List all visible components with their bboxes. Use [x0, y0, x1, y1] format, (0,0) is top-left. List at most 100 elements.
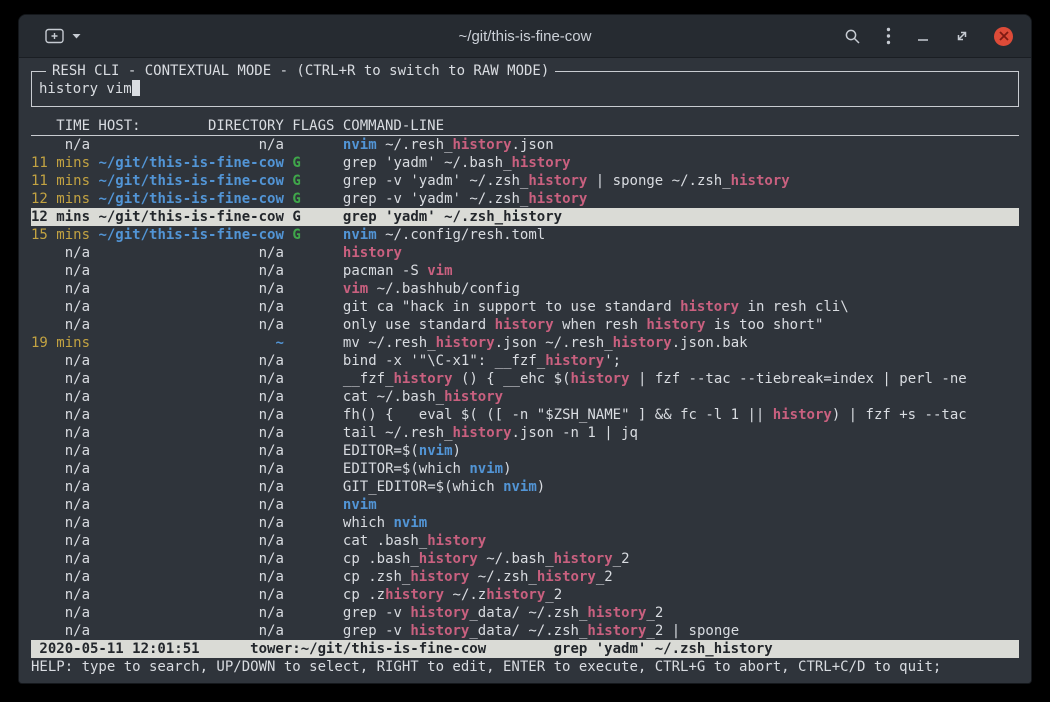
new-tab-button[interactable]	[45, 28, 65, 44]
cmd-segment: history	[545, 353, 604, 369]
table-row[interactable]: n/a n/a __fzf_history () { __ehc $(histo…	[31, 370, 1019, 388]
cmd-segment: .json ~/.resh_	[495, 335, 613, 351]
cmd-segment: GIT_EDITOR=$(which	[343, 479, 503, 495]
cell-time: n/a	[31, 281, 90, 297]
table-row[interactable]: 15 mins ~/git/this-is-fine-cow G nvim ~/…	[31, 226, 1019, 244]
table-row[interactable]: n/a n/a fh() { eval $( ([ -n "$ZSH_NAME"…	[31, 406, 1019, 424]
table-row[interactable]: 11 mins ~/git/this-is-fine-cow G grep 'y…	[31, 154, 1019, 172]
cmd-segment: bind -x '"\C-x1": __fzf_	[343, 353, 545, 369]
cmd-segment: history	[554, 551, 613, 567]
restore-button[interactable]	[955, 29, 969, 43]
cell-directory: n/a	[98, 299, 283, 315]
table-row[interactable]: n/a n/a cp .zhistory ~/.zhistory_2	[31, 586, 1019, 604]
cell-directory: n/a	[98, 407, 283, 423]
cmd-segment: history	[394, 371, 453, 387]
search-input[interactable]: history vim	[39, 81, 140, 97]
cell-time: n/a	[31, 515, 90, 531]
cell-flags	[292, 245, 334, 261]
table-row[interactable]: n/a n/a tail ~/.resh_history.json -n 1 |…	[31, 424, 1019, 442]
cell-flags	[292, 263, 334, 279]
table-row[interactable]: n/a n/a git ca "hack in support to use s…	[31, 298, 1019, 316]
search-button[interactable]	[844, 28, 861, 45]
terminal-screen: RESH CLI - CONTEXTUAL MODE - (CTRL+R to …	[19, 59, 1031, 683]
cmd-segment: nvim	[343, 227, 377, 243]
cmd-segment: tail ~/.resh_	[343, 425, 453, 441]
cmd-segment: _2	[596, 569, 613, 585]
cell-directory: n/a	[98, 245, 283, 261]
table-row[interactable]: n/a n/a nvim	[31, 496, 1019, 514]
cmd-segment: history	[587, 605, 646, 621]
cell-directory: n/a	[98, 353, 283, 369]
titlebar[interactable]: ~/git/this-is-fine-cow	[19, 15, 1031, 58]
table-row[interactable]: n/a n/a cp .bash_history ~/.bash_history…	[31, 550, 1019, 568]
cmd-segment: history	[385, 587, 444, 603]
cmd-segment: in resh cli\	[739, 299, 849, 315]
table-row[interactable]: n/a n/a bind -x '"\C-x1": __fzf_history'…	[31, 352, 1019, 370]
cmd-segment: ~/.zsh_	[469, 569, 536, 585]
cmd-segment: nvim	[419, 443, 453, 459]
cell-directory: ~/git/this-is-fine-cow	[98, 209, 283, 225]
cell-flags: G	[292, 209, 334, 225]
cell-directory: ~/git/this-is-fine-cow	[98, 173, 283, 189]
cell-time: 11 mins	[31, 155, 90, 171]
cmd-segment: | sponge ~/.zsh_	[587, 173, 730, 189]
table-row[interactable]: 11 mins ~/git/this-is-fine-cow G grep -v…	[31, 172, 1019, 190]
cell-flags	[292, 515, 334, 531]
cell-flags	[292, 371, 334, 387]
table-row[interactable]: n/a n/a only use standard history when r…	[31, 316, 1019, 334]
cell-directory: n/a	[98, 443, 283, 459]
cmd-segment: )	[453, 443, 461, 459]
table-row[interactable]: n/a n/a nvim ~/.resh_history.json	[31, 136, 1019, 154]
cell-directory: n/a	[98, 461, 283, 477]
cell-time: n/a	[31, 407, 90, 423]
table-row[interactable]: n/a n/a EDITOR=$(nvim)	[31, 442, 1019, 460]
cell-directory: n/a	[98, 497, 283, 513]
table-row[interactable]: 12 mins ~/git/this-is-fine-cow G grep -v…	[31, 190, 1019, 208]
cmd-segment: EDITOR=$(which	[343, 461, 469, 477]
minimize-button[interactable]	[916, 29, 930, 43]
cmd-segment: ~/.bashhub/config	[368, 281, 520, 297]
cell-time: 19 mins	[31, 335, 90, 351]
table-row[interactable]: 12 mins ~/git/this-is-fine-cow G grep 'y…	[31, 208, 1019, 226]
cmd-segment: only use standard	[343, 317, 495, 333]
menu-button[interactable]	[886, 27, 891, 45]
table-row[interactable]: n/a n/a pacman -S vim	[31, 262, 1019, 280]
cmd-segment: history	[773, 407, 832, 423]
cell-flags	[292, 587, 334, 603]
search-box-title: RESH CLI - CONTEXTUAL MODE - (CTRL+R to …	[46, 62, 555, 80]
cmd-segment: history	[410, 569, 469, 585]
cell-flags	[292, 425, 334, 441]
close-button[interactable]	[994, 27, 1013, 46]
cmd-segment: cp .zsh_	[343, 569, 410, 585]
table-row[interactable]: n/a n/a history	[31, 244, 1019, 262]
cmd-segment: history	[646, 317, 705, 333]
cell-flags: G	[292, 191, 334, 207]
table-row[interactable]: n/a n/a cat ~/.bash_history	[31, 388, 1019, 406]
cell-directory: n/a	[98, 317, 283, 333]
terminal-window: ~/git/this-is-fine-cow	[18, 14, 1032, 684]
table-row[interactable]: n/a n/a cp .zsh_history ~/.zsh_history_2	[31, 568, 1019, 586]
cell-time: n/a	[31, 137, 90, 153]
table-row[interactable]: n/a n/a cat .bash_history	[31, 532, 1019, 550]
cell-time: n/a	[31, 425, 90, 441]
close-icon	[999, 31, 1009, 41]
new-tab-dropdown-button[interactable]	[72, 33, 81, 39]
cell-time: n/a	[31, 263, 90, 279]
cell-directory: n/a	[98, 371, 283, 387]
table-row[interactable]: n/a n/a vim ~/.bashhub/config	[31, 280, 1019, 298]
cell-flags	[292, 497, 334, 513]
cell-flags: G	[292, 227, 334, 243]
table-row[interactable]: 19 mins ~ mv ~/.resh_history.json ~/.res…	[31, 334, 1019, 352]
cmd-segment: nvim	[343, 137, 377, 153]
table-row[interactable]: n/a n/a grep -v history_data/ ~/.zsh_his…	[31, 604, 1019, 622]
cmd-segment: history	[410, 623, 469, 639]
cmd-segment: fh() { eval $( ([ -n "$ZSH_NAME" ] && fc…	[343, 407, 773, 423]
table-row[interactable]: n/a n/a which nvim	[31, 514, 1019, 532]
table-row[interactable]: n/a n/a grep -v history_data/ ~/.zsh_his…	[31, 622, 1019, 640]
cmd-segment: _2	[646, 605, 663, 621]
table-row[interactable]: n/a n/a EDITOR=$(which nvim)	[31, 460, 1019, 478]
table-row[interactable]: n/a n/a GIT_EDITOR=$(which nvim)	[31, 478, 1019, 496]
cell-flags	[292, 137, 334, 153]
cmd-segment: history	[453, 137, 512, 153]
cmd-segment: history	[537, 569, 596, 585]
